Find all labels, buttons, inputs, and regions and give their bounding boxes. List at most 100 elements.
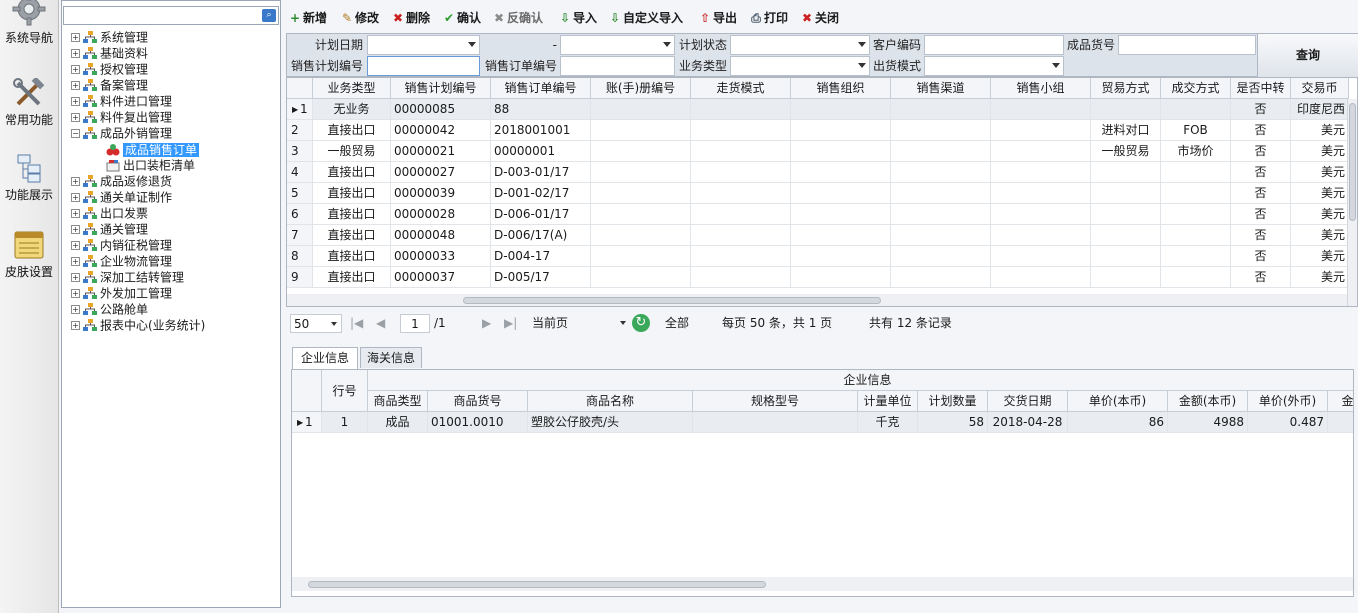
column-header[interactable]: 商品货号: [428, 391, 528, 412]
chevron-down-icon[interactable]: [1052, 63, 1060, 68]
table-row[interactable]: 4 直接出口 00000027 D-003-01/17 否美元: [287, 162, 1349, 183]
column-header[interactable]: 交易币: [1291, 78, 1349, 99]
chevron-down-icon[interactable]: [331, 322, 337, 326]
expand-icon[interactable]: +: [71, 225, 80, 234]
expand-icon[interactable]: +: [71, 209, 80, 218]
table-row[interactable]: 7 直接出口 00000048 D-006/17(A) 否美元: [287, 225, 1349, 246]
chevron-down-icon[interactable]: [663, 42, 671, 47]
toolbar-button[interactable]: ⇩ 自定义导入: [608, 8, 683, 28]
table-row[interactable]: 2 直接出口 00000042 2018001001 进料对口 FOB 否美元: [287, 120, 1349, 141]
column-header[interactable]: 单价(本币): [1068, 391, 1168, 412]
tree-item[interactable]: + 料件复出管理: [71, 109, 172, 125]
tree-item[interactable]: + 报表中心(业务统计): [71, 317, 205, 333]
chevron-down-icon[interactable]: [620, 321, 626, 325]
column-header[interactable]: 单价(外币): [1248, 391, 1328, 412]
nav-skin-settings[interactable]: 皮肤设置: [0, 230, 58, 280]
column-header[interactable]: 是否中转: [1231, 78, 1291, 99]
page-size-select[interactable]: 50: [290, 314, 342, 333]
tree-item[interactable]: + 通关单证制作: [71, 189, 172, 205]
tree-search-input[interactable]: ⌕: [63, 6, 279, 25]
column-header[interactable]: 规格型号: [693, 391, 858, 412]
expand-icon[interactable]: +: [71, 193, 80, 202]
column-header[interactable]: 贸易方式: [1091, 78, 1161, 99]
tree-item[interactable]: + 企业物流管理: [71, 253, 172, 269]
expand-icon[interactable]: +: [71, 65, 80, 74]
toolbar-button[interactable]: ⇩ 导入: [558, 8, 597, 28]
toolbar-button[interactable]: + 新增: [288, 8, 327, 28]
tree-item[interactable]: + 基础资料: [71, 45, 148, 61]
table-row[interactable]: 8 直接出口 00000033 D-004-17 否美元: [287, 246, 1349, 267]
vertical-scrollbar[interactable]: [1347, 99, 1357, 306]
plan-status-select[interactable]: [730, 35, 870, 55]
table-row[interactable]: 5 直接出口 00000039 D-001-02/17 否美元: [287, 183, 1349, 204]
all-button[interactable]: 全部: [665, 314, 689, 333]
chevron-down-icon[interactable]: [468, 42, 476, 47]
table-row[interactable]: 1 ▶ 无业务 00000085 88 否印度尼西: [287, 99, 1349, 120]
first-page-icon[interactable]: |◀: [350, 314, 363, 333]
horizontal-scrollbar[interactable]: [287, 294, 1347, 306]
tree-item[interactable]: 成品销售订单: [106, 141, 200, 157]
column-header[interactable]: 计划数量: [918, 391, 988, 412]
toolbar-button[interactable]: ✖ 删除: [391, 8, 430, 28]
business-type-select[interactable]: [730, 56, 870, 76]
plan-date-from-input[interactable]: [367, 35, 480, 55]
column-header[interactable]: 销售组织: [791, 78, 891, 99]
column-header[interactable]: 销售计划编号: [391, 78, 491, 99]
tree-item[interactable]: − 成品外销管理: [71, 125, 172, 141]
tree-item[interactable]: + 授权管理: [71, 61, 148, 77]
row-no-header[interactable]: 行号: [322, 370, 368, 412]
current-page-input[interactable]: 1: [400, 314, 430, 333]
tree-item[interactable]: 出口装柜清单: [106, 157, 195, 173]
table-row[interactable]: 9 直接出口 00000037 D-005/17 否美元: [287, 267, 1349, 288]
tree-item[interactable]: + 公路舱单: [71, 301, 148, 317]
tree-item[interactable]: + 系统管理: [71, 29, 148, 45]
sales-plan-no-input[interactable]: [367, 56, 480, 76]
tree-item[interactable]: + 出口发票: [71, 205, 148, 221]
ship-mode-select[interactable]: [924, 56, 1064, 76]
toolbar-button[interactable]: ✔ 确认: [442, 8, 481, 28]
scope-select[interactable]: 当前页: [532, 314, 628, 333]
expand-icon[interactable]: +: [71, 81, 80, 90]
expand-icon[interactable]: +: [71, 33, 80, 42]
expand-icon[interactable]: +: [71, 273, 80, 282]
toolbar-button[interactable]: ⎙ 打印: [749, 8, 788, 28]
search-icon[interactable]: ⌕: [262, 9, 276, 22]
column-header[interactable]: 商品类型: [368, 391, 428, 412]
tree-item[interactable]: + 备案管理: [71, 77, 148, 93]
expand-icon[interactable]: +: [71, 49, 80, 58]
nav-feature-display[interactable]: 功能展示: [0, 153, 58, 203]
collapse-icon[interactable]: −: [71, 129, 80, 138]
column-header[interactable]: 计量单位: [858, 391, 918, 412]
expand-icon[interactable]: +: [71, 321, 80, 330]
toolbar-button[interactable]: ⇧ 导出: [698, 8, 737, 28]
customer-code-input[interactable]: [924, 35, 1064, 55]
table-row[interactable]: 6 直接出口 00000028 D-006-01/17 否美元: [287, 204, 1349, 225]
chevron-down-icon[interactable]: [858, 42, 866, 47]
expand-icon[interactable]: +: [71, 241, 80, 250]
query-button[interactable]: 查询: [1257, 34, 1358, 77]
product-no-input[interactable]: [1118, 35, 1256, 55]
column-header[interactable]: 销售渠道: [891, 78, 991, 99]
horizontal-scrollbar[interactable]: [292, 577, 1353, 591]
column-header[interactable]: 走货模式: [691, 78, 791, 99]
column-header[interactable]: 销售订单编号: [491, 78, 591, 99]
expand-icon[interactable]: +: [71, 177, 80, 186]
prev-page-icon[interactable]: ◀: [376, 314, 385, 333]
scrollbar-thumb[interactable]: [308, 581, 766, 588]
column-header[interactable]: 交货日期: [988, 391, 1068, 412]
chevron-down-icon[interactable]: [858, 63, 866, 68]
expand-icon[interactable]: +: [71, 97, 80, 106]
refresh-icon[interactable]: ↻: [632, 314, 650, 332]
column-header[interactable]: 商品名称: [528, 391, 693, 412]
column-header[interactable]: 账(手)册编号: [591, 78, 691, 99]
column-header[interactable]: 金额(本币): [1168, 391, 1248, 412]
tab-customs-info[interactable]: 海关信息: [360, 347, 422, 368]
tree-item[interactable]: + 深加工结转管理: [71, 269, 184, 285]
scrollbar-thumb[interactable]: [1349, 103, 1356, 221]
expand-icon[interactable]: +: [71, 305, 80, 314]
nav-common-functions[interactable]: 常用功能: [0, 78, 58, 128]
table-row[interactable]: 3 一般贸易 00000021 00000001 一般贸易 市场价否美元: [287, 141, 1349, 162]
tree-item[interactable]: + 外发加工管理: [71, 285, 172, 301]
column-header[interactable]: 业务类型: [313, 78, 391, 99]
table-row[interactable]: 1 ▶ 1 成品 01001.0010 塑胶公仔胶壳/头 千克 58 2018-04-28 86 4…: [292, 412, 1353, 433]
